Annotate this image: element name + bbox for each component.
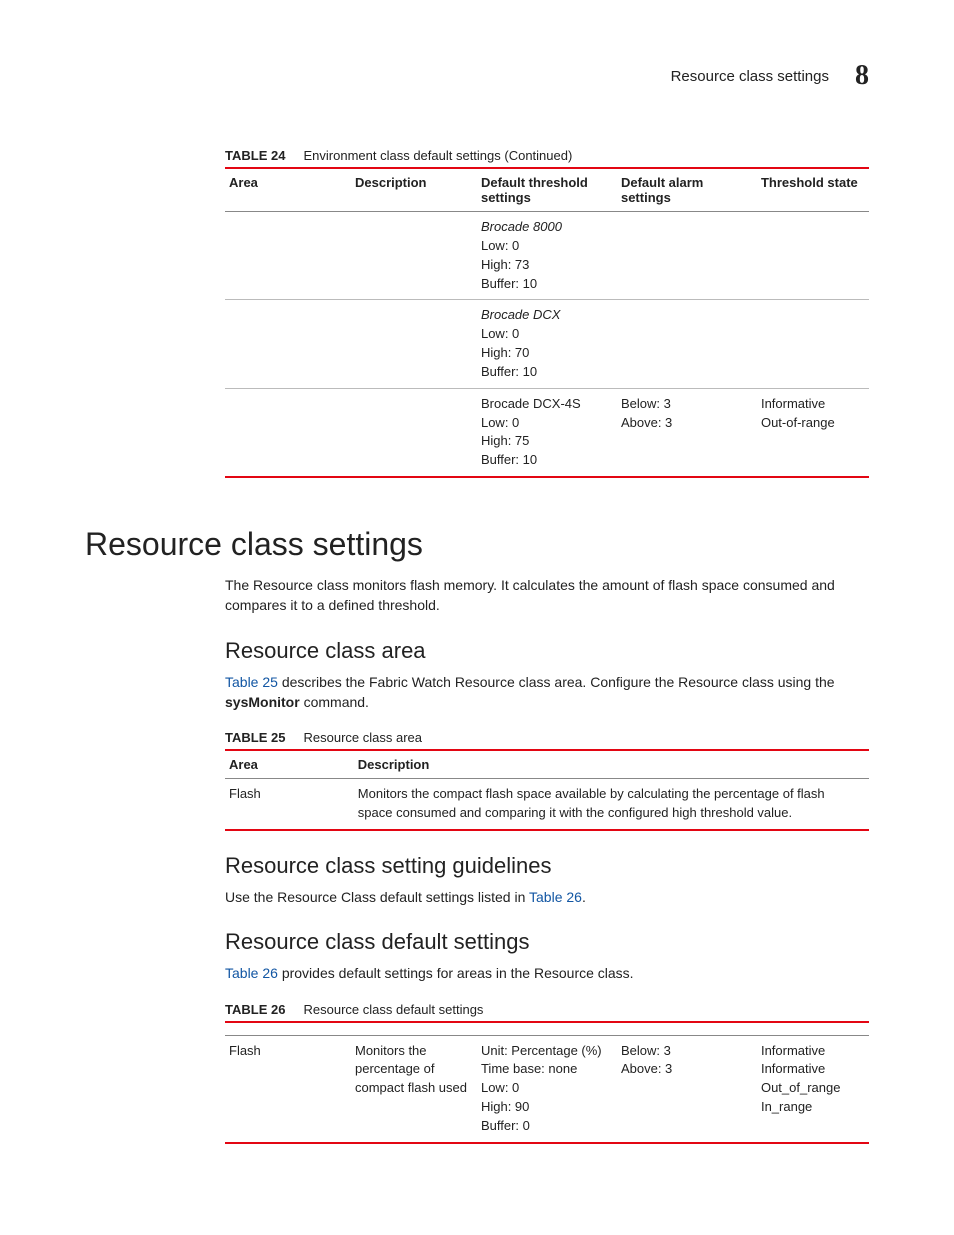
table25-caption: TABLE 25 Resource class area: [225, 730, 869, 745]
sysmonitor-command: sysMonitor: [225, 694, 300, 710]
resource-class-area-heading: Resource class area: [225, 638, 869, 664]
table26-link[interactable]: Table 26: [529, 889, 582, 905]
table24-threshold: Brocade DCXLow: 0High: 70Buffer: 10: [477, 300, 617, 388]
table26-state: InformativeInformativeOut_of_rangeIn_ran…: [757, 1035, 869, 1143]
table24-desc: [351, 300, 477, 388]
table24-desc: [351, 388, 477, 477]
guidelines-paragraph: Use the Resource Class default settings …: [225, 887, 869, 907]
table24: Area Description Default threshold setti…: [225, 167, 869, 478]
table25-col-area: Area: [225, 750, 354, 779]
table26-alarm: Below: 3Above: 3: [617, 1035, 757, 1143]
table24-row: Brocade 8000Low: 0High: 73Buffer: 10: [225, 212, 869, 300]
table25: Area Description Flash Monitors the comp…: [225, 749, 869, 831]
table25-row: Flash Monitors the compact flash space a…: [225, 779, 869, 830]
section-heading-resource-class-settings: Resource class settings: [85, 526, 869, 563]
table24-caption: TABLE 24 Environment class default setti…: [225, 148, 869, 163]
table24-alarm: Below: 3Above: 3: [617, 388, 757, 477]
chapter-number: 8: [855, 60, 869, 92]
table25-caption-text: Resource class area: [304, 730, 423, 745]
table26-desc: Monitors the percentage of compact flash…: [351, 1035, 477, 1143]
table24-state: [757, 212, 869, 300]
table24-col-threshold: Default threshold settings: [477, 168, 617, 212]
table24-col-alarm: Default alarm settings: [617, 168, 757, 212]
table26-row: Flash Monitors the percentage of compact…: [225, 1035, 869, 1143]
table25-area: Flash: [225, 779, 354, 830]
table24-area: [225, 212, 351, 300]
table24-threshold: Brocade 8000Low: 0High: 73Buffer: 10: [477, 212, 617, 300]
table26-link-2[interactable]: Table 26: [225, 965, 278, 981]
table26-caption-text: Resource class default settings: [304, 1002, 484, 1017]
intro-paragraph: The Resource class monitors flash memory…: [225, 575, 869, 616]
table24-col-area: Area: [225, 168, 351, 212]
defaults-heading: Resource class default settings: [225, 929, 869, 955]
table25-label: TABLE 25: [225, 730, 285, 745]
table26-threshold: Unit: Percentage (%)Time base: noneLow: …: [477, 1035, 617, 1143]
table24-col-state: Threshold state: [757, 168, 869, 212]
table24-alarm: [617, 212, 757, 300]
table24-caption-text: Environment class default settings (Cont…: [304, 148, 573, 163]
table25-link[interactable]: Table 25: [225, 674, 278, 690]
defaults-paragraph: Table 26 provides default settings for a…: [225, 963, 869, 983]
resource-class-area-paragraph: Table 25 describes the Fabric Watch Reso…: [225, 672, 869, 713]
table25-desc: Monitors the compact flash space availab…: [354, 779, 869, 830]
guidelines-heading: Resource class setting guidelines: [225, 853, 869, 879]
table26-caption: TABLE 26 Resource class default settings: [225, 1002, 869, 1017]
table24-threshold: Brocade DCX-4SLow: 0High: 75Buffer: 10: [477, 388, 617, 477]
table24-desc: [351, 212, 477, 300]
table24-label: TABLE 24: [225, 148, 285, 163]
table26-area: Flash: [225, 1035, 351, 1143]
table24-alarm: [617, 300, 757, 388]
table25-col-description: Description: [354, 750, 869, 779]
running-title: Resource class settings: [671, 68, 829, 85]
page-header: Resource class settings 8: [85, 60, 869, 92]
table24-state: InformativeOut-of-range: [757, 388, 869, 477]
table24-row: Brocade DCX-4SLow: 0High: 75Buffer: 10Be…: [225, 388, 869, 477]
table26: Flash Monitors the percentage of compact…: [225, 1021, 869, 1144]
table24-row: Brocade DCXLow: 0High: 70Buffer: 10: [225, 300, 869, 388]
table24-area: [225, 300, 351, 388]
table26-label: TABLE 26: [225, 1002, 285, 1017]
table24-col-description: Description: [351, 168, 477, 212]
table24-state: [757, 300, 869, 388]
table24-area: [225, 388, 351, 477]
